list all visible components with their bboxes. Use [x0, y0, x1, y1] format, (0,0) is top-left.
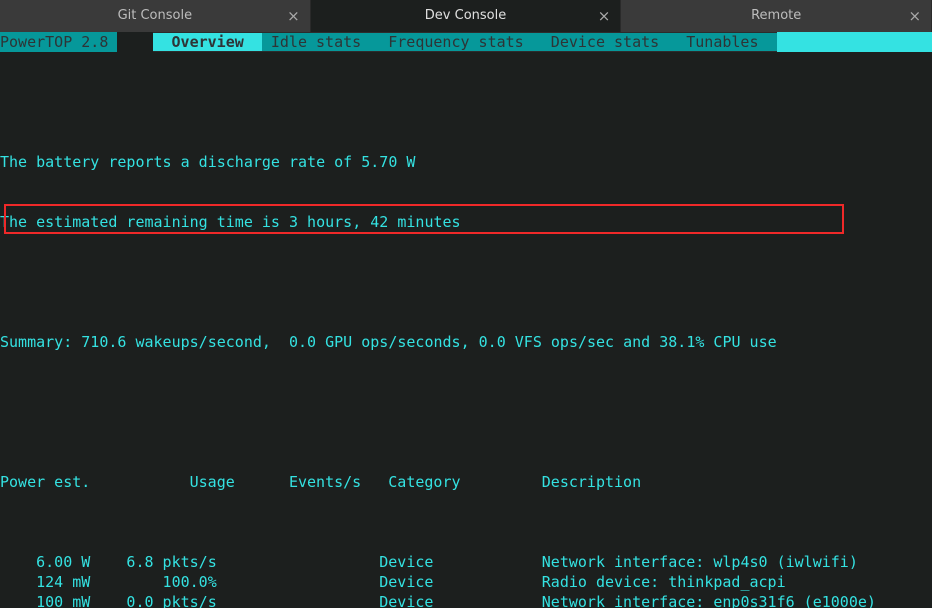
window-tab[interactable]: Git Console × — [0, 0, 311, 32]
cell-description: Radio device: thinkpad_acpi — [542, 572, 932, 592]
terminal-body: The battery reports a discharge rate of … — [0, 52, 932, 608]
cell-usage: 6.8 pkts/s — [90, 552, 216, 572]
col-usage: Usage — [99, 472, 234, 492]
powertop-tab[interactable]: Idle stats — [262, 33, 379, 51]
col-description: Description — [542, 472, 641, 492]
gap — [461, 552, 542, 572]
gap — [307, 572, 379, 592]
cell-power: 100 mW — [0, 592, 90, 608]
close-icon[interactable]: × — [598, 6, 611, 26]
powertop-tab[interactable]: Tunables — [677, 33, 776, 51]
window-tab-label: Git Console — [118, 6, 193, 26]
powertop-tab[interactable]: Frequency stats — [379, 33, 542, 51]
powertop-tab[interactable]: Device stats — [542, 33, 677, 51]
battery-time-line: The estimated remaining time is 3 hours,… — [0, 212, 932, 232]
window-tab-label: Remote — [751, 6, 801, 26]
cell-events — [217, 592, 307, 608]
battery-rate-line: The battery reports a discharge rate of … — [0, 152, 932, 172]
process-table: 6.00 W 6.8 pkts/s Device Network interfac… — [0, 552, 932, 608]
cell-category: Device — [379, 592, 460, 608]
cell-description: Network interface: wlp4s0 (iwlwifi) — [542, 552, 932, 572]
summary-line: Summary: 710.6 wakeups/second, 0.0 GPU o… — [0, 332, 932, 352]
cell-events — [217, 552, 307, 572]
table-row: 100 mW 0.0 pkts/s Device Network interfac… — [0, 592, 932, 608]
gap — [307, 552, 379, 572]
gap — [461, 592, 542, 608]
column-header-row: Power est. Usage Events/s Category Descr… — [0, 472, 932, 492]
window-tab[interactable]: Remote × — [621, 0, 932, 32]
powertop-tab[interactable]: Overview — [153, 33, 261, 51]
window-tab[interactable]: Dev Console × — [311, 0, 622, 32]
tab-bar-filler — [777, 32, 932, 52]
col-power: Power est. — [0, 472, 99, 492]
powertop-tab-bar: PowerTOP 2.8 Overview Idle stats Frequen… — [0, 32, 932, 52]
gap — [307, 592, 379, 608]
gap — [461, 572, 542, 592]
gap — [117, 32, 153, 52]
cell-power: 6.00 W — [0, 552, 90, 572]
window-tab-label: Dev Console — [425, 6, 506, 26]
close-icon[interactable]: × — [287, 6, 300, 26]
col-category: Category — [388, 472, 469, 492]
powertop-title: PowerTOP 2.8 — [0, 32, 117, 52]
cell-description: Network interface: enp0s31f6 (e1000e) — [542, 592, 932, 608]
cell-usage: 0.0 pkts/s — [90, 592, 216, 608]
cell-usage: 100.0% — [90, 572, 216, 592]
cell-events — [217, 572, 307, 592]
window-tab-bar: Git Console × Dev Console × Remote × — [0, 0, 932, 32]
table-row: 6.00 W 6.8 pkts/s Device Network interfac… — [0, 552, 932, 572]
cell-category: Device — [379, 572, 460, 592]
table-row: 124 mW 100.0% Device Radio device: thinkp… — [0, 572, 932, 592]
close-icon[interactable]: × — [908, 6, 921, 26]
cell-power: 124 mW — [0, 572, 90, 592]
col-events: Events/s — [235, 472, 361, 492]
cell-category: Device — [379, 552, 460, 572]
